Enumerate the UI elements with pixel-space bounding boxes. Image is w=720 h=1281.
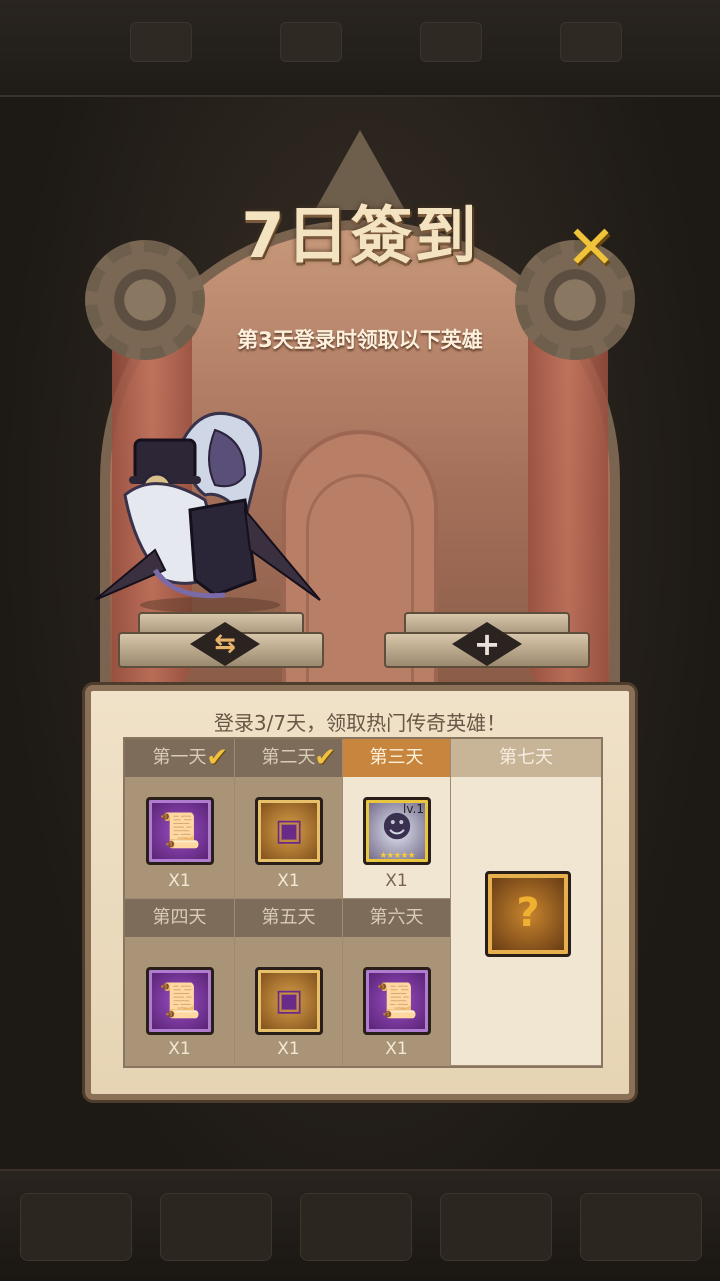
chest-item[interactable]: ▣: [255, 967, 323, 1035]
plus-icon: +: [473, 625, 501, 663]
mystery-hero-item[interactable]: ?: [485, 871, 571, 957]
top-bar-slot: [280, 22, 342, 62]
bottom-bar: [0, 1169, 720, 1281]
item-quantity: X1: [385, 1039, 408, 1059]
swap-icon: ⇆: [214, 629, 236, 659]
day-cell-6[interactable]: 第六天 📜 X1: [343, 899, 451, 1066]
scroll-item[interactable]: 📜: [146, 967, 214, 1035]
day-label: 第七天: [451, 739, 601, 777]
day-label: 第六天: [343, 899, 450, 937]
close-button[interactable]: ✕: [558, 218, 624, 278]
item-quantity: X1: [168, 1039, 191, 1059]
top-bar: [0, 0, 720, 97]
chest-icon: ▣: [274, 813, 304, 848]
item-quantity: X1: [168, 871, 191, 891]
day-cell-1[interactable]: 第一天 ✔ 📜 X1: [125, 739, 235, 899]
day-cell-2[interactable]: 第二天 ✔ ▣ X1: [235, 739, 343, 899]
bottom-bar-slot: [440, 1193, 552, 1261]
top-bar-slot: [420, 22, 482, 62]
day-label: 第三天: [343, 739, 450, 777]
top-bar-slot: [130, 22, 192, 62]
panel-title: 登录3/7天，领取热门传奇英雄！: [213, 711, 507, 735]
item-quantity: X1: [277, 871, 300, 891]
star-rating-icon: ★★★★★: [379, 851, 415, 861]
claimed-check-icon: ✔: [314, 743, 336, 773]
day-label: 第五天: [235, 899, 342, 937]
chest-item[interactable]: ▣: [255, 797, 323, 865]
bottom-bar-slot: [160, 1193, 272, 1261]
scroll-icon: 📜: [158, 981, 202, 1021]
hero-character: [95, 411, 321, 613]
reward-panel: 登录3/7天，领取热门传奇英雄！ 第一天 ✔ 📜 X1 第二天 ✔ ▣ X1 第…: [85, 685, 635, 1100]
day-cell-7[interactable]: 第七天 ?: [451, 739, 601, 1066]
question-mark-icon: ?: [516, 890, 540, 936]
subtitle: 第3天登录时领取以下英雄: [237, 328, 483, 352]
close-icon: ✕: [565, 213, 617, 283]
top-bar-slot: [560, 22, 622, 62]
scroll-icon: 📜: [158, 811, 202, 851]
item-quantity: X1: [385, 871, 408, 891]
scroll-item[interactable]: 📜: [363, 967, 431, 1035]
chest-icon: ▣: [274, 983, 304, 1018]
day-label: 第四天: [125, 899, 234, 937]
hero-level: lv.1: [403, 802, 424, 816]
item-quantity: X1: [277, 1039, 300, 1059]
hero-reward-item[interactable]: ☻ lv.1 ★★★★★: [363, 797, 431, 865]
scroll-item[interactable]: 📜: [146, 797, 214, 865]
bottom-bar-slot: [20, 1193, 132, 1261]
bottom-bar-slot: [300, 1193, 412, 1261]
claimed-check-icon: ✔: [206, 743, 228, 773]
day-cell-5[interactable]: 第五天 ▣ X1: [235, 899, 343, 1066]
reward-grid: 第一天 ✔ 📜 X1 第二天 ✔ ▣ X1 第三天 ☻ lv.1 ★★★★★ X…: [123, 737, 603, 1068]
day-cell-3[interactable]: 第三天 ☻ lv.1 ★★★★★ X1: [343, 739, 451, 899]
bottom-bar-slot: [580, 1193, 702, 1261]
scroll-icon: 📜: [375, 981, 419, 1021]
day-cell-4[interactable]: 第四天 📜 X1: [125, 899, 235, 1066]
